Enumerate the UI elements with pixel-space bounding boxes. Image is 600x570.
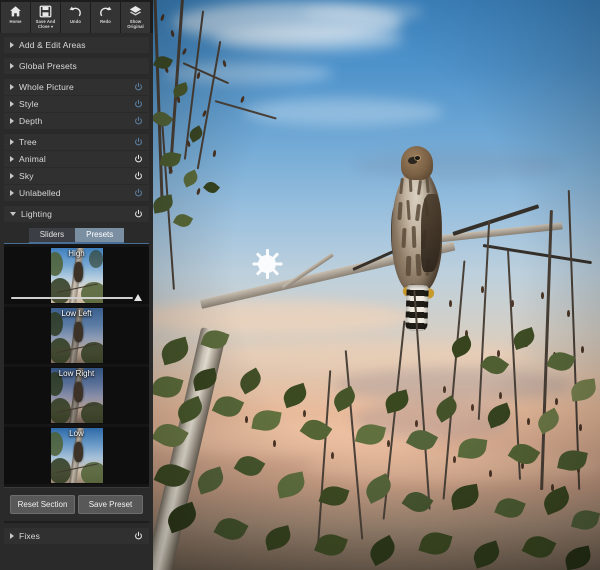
section-label: Tree [19,137,37,147]
preset-label: High [68,249,85,258]
chevron-right-icon [10,139,14,145]
redo-icon [99,5,112,18]
chevron-right-icon [10,533,14,539]
lighting-action-buttons: Reset Section Save Preset [4,487,149,521]
section-animal[interactable]: Animal [4,151,149,167]
preset-item-low[interactable]: Low [4,427,149,484]
preset-label: Low Right [58,369,95,378]
section-label: Global Presets [19,61,77,71]
hawk-head [401,146,433,180]
power-toggle-icon[interactable] [134,82,143,92]
preset-list: High Low Left Low Right Low [4,244,149,487]
section-unlabelled[interactable]: Unlabelled [4,185,149,201]
preset-label: Low Left [61,309,92,318]
power-toggle-icon[interactable] [134,99,143,109]
undo-button-label: Undo [69,18,82,24]
show-original-label-2: Original [127,23,144,29]
show-original-button[interactable]: Show Original [121,1,150,33]
section-tree[interactable]: Tree [4,134,149,150]
power-toggle-icon[interactable] [134,171,143,181]
section-label: Unlabelled [19,188,61,198]
chevron-right-icon [10,101,14,107]
section-label: Depth [19,116,43,126]
tab-presets[interactable]: Presets [75,228,125,244]
chevron-right-icon [10,190,14,196]
redo-button-label: Redo [100,18,111,24]
power-toggle-icon[interactable] [134,531,143,541]
app-window: Home Save And Close ▾ Undo Redo Show Ori… [0,0,600,570]
power-toggle-icon[interactable] [134,188,143,198]
section-label: Whole Picture [19,82,74,92]
home-button-label: Home [9,18,22,24]
section-label: Animal [19,154,46,164]
preset-item-high[interactable]: High [4,247,149,304]
section-lighting[interactable]: Lighting [4,206,149,222]
power-toggle-icon[interactable] [134,116,143,126]
tab-sliders[interactable]: Sliders [28,228,76,244]
chevron-right-icon [10,173,14,179]
photo [153,0,600,570]
reset-section-button[interactable]: Reset Section [10,495,75,514]
section-depth[interactable]: Depth [4,113,149,129]
lighting-panel: Sliders Presets High Low Left Low Right … [4,223,149,523]
save-and-close-button[interactable]: Save And Close ▾ [31,1,60,33]
image-canvas[interactable] [153,0,600,570]
section-label: Style [19,99,39,109]
redo-button[interactable]: Redo [91,1,120,33]
section-whole-picture[interactable]: Whole Picture [4,79,149,95]
preset-thumbnail: Low Left [50,308,103,363]
hawk-eye [415,156,420,160]
chevron-right-icon [10,42,14,48]
sections-list: Add & Edit Areas Global Presets Whole Pi… [0,33,153,544]
section-label: Fixes [19,531,41,541]
section-label: Lighting [21,209,52,219]
layers-icon [129,5,142,18]
home-button[interactable]: Home [1,1,30,33]
save-preset-button[interactable]: Save Preset [78,495,143,514]
chevron-right-icon [10,118,14,124]
power-toggle-icon[interactable] [134,209,143,219]
section-add-edit-areas[interactable]: Add & Edit Areas [4,37,149,53]
preset-thumbnail: Low [50,428,103,483]
home-icon [9,5,22,18]
section-global-presets[interactable]: Global Presets [4,58,149,74]
preset-label: Low [69,429,84,438]
section-label: Sky [19,171,34,181]
save-and-close-label-2: Close ▾ [37,23,54,29]
chevron-right-icon [10,156,14,162]
preset-thumbnail: Low Right [50,368,103,423]
section-sky[interactable]: Sky [4,168,149,184]
preset-item-low-left[interactable]: Low Left [4,307,149,364]
power-toggle-icon[interactable] [134,137,143,147]
section-style[interactable]: Style [4,96,149,112]
save-icon [39,5,52,18]
top-toolbar: Home Save And Close ▾ Undo Redo Show Ori… [0,0,153,33]
left-sidebar: Home Save And Close ▾ Undo Redo Show Ori… [0,0,153,570]
lighting-strength-slider[interactable] [4,292,149,303]
chevron-right-icon [10,63,14,69]
section-label: Add & Edit Areas [19,40,86,50]
chevron-right-icon [10,84,14,90]
chevron-down-icon [10,212,16,216]
hawk-subject [389,146,445,332]
undo-button[interactable]: Undo [61,1,90,33]
preset-item-low-right[interactable]: Low Right [4,367,149,424]
slider-handle[interactable] [134,294,142,301]
slider-track[interactable] [11,296,133,299]
power-toggle-icon[interactable] [134,154,143,164]
undo-icon [69,5,82,18]
lighting-tabs: Sliders Presets [4,223,149,244]
section-fixes[interactable]: Fixes [4,528,149,544]
